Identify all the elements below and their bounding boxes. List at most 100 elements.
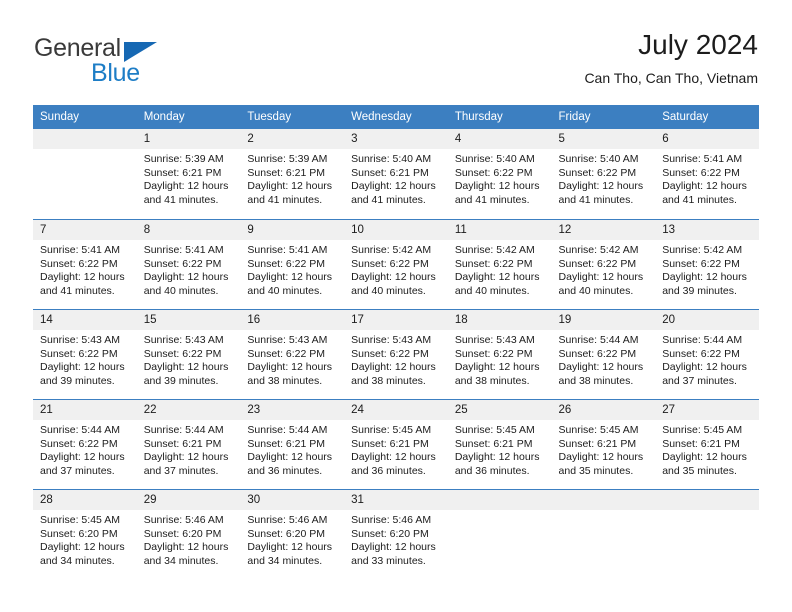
day-cell: 1 Sunrise: 5:39 AM Sunset: 6:21 PM Daylight… [136,129,241,219]
day-cell-inner[interactable]: 13 Sunrise: 5:42 AM Sunset: 6:22 PM Dayligh… [655,219,759,309]
calendar-week-row: 14 Sunrise: 5:43 AM Sunset: 6:22 PM Dayligh… [33,309,759,399]
day-cell: 6 Sunrise: 5:41 AM Sunset: 6:22 PM Daylight… [655,129,759,219]
day-number: 22 [136,400,241,420]
day-number: 15 [136,310,241,330]
day-cell-inner[interactable]: 25 Sunrise: 5:45 AM Sunset: 6:21 PM Dayligh… [447,399,552,489]
day-cell-inner[interactable]: 7 Sunrise: 5:41 AM Sunset: 6:22 PM Daylight… [33,219,137,309]
weekday-header-thursday: Thursday [447,105,552,129]
general-blue-logo[interactable]: General Blue [34,34,254,92]
sunrise-text: Sunrise: 5:44 AM [40,424,120,436]
day-number: 25 [447,400,552,420]
day-cell-inner[interactable] [655,489,759,579]
daylight-text-line2: and 39 minutes. [662,284,737,297]
day-cell-inner[interactable]: 15 Sunrise: 5:43 AM Sunset: 6:22 PM Dayligh… [136,309,241,399]
day-cell-inner[interactable]: 27 Sunrise: 5:45 AM Sunset: 6:21 PM Dayligh… [655,399,759,489]
daylight-text-line1: Daylight: 12 hours [558,271,644,284]
sunset-text: Sunset: 6:22 PM [662,257,740,270]
day-cell [33,129,137,219]
day-number: 28 [33,490,137,510]
day-details: Sunrise: 5:43 AM Sunset: 6:22 PM Daylight:… [33,330,137,388]
day-cell-inner[interactable]: 21 Sunrise: 5:44 AM Sunset: 6:22 PM Dayligh… [33,399,137,489]
day-number: 17 [344,310,448,330]
day-cell-inner[interactable]: 30 Sunrise: 5:46 AM Sunset: 6:20 PM Dayligh… [240,489,345,579]
day-cell-inner[interactable]: 14 Sunrise: 5:43 AM Sunset: 6:22 PM Dayligh… [33,309,137,399]
sunset-text: Sunset: 6:21 PM [351,437,429,450]
daylight-text-line1: Daylight: 12 hours [558,361,644,374]
day-cell-inner[interactable]: 23 Sunrise: 5:44 AM Sunset: 6:21 PM Dayligh… [240,399,345,489]
day-cell-inner[interactable]: 29 Sunrise: 5:46 AM Sunset: 6:20 PM Dayligh… [136,489,241,579]
day-number: 8 [136,220,241,240]
day-cell: 16 Sunrise: 5:43 AM Sunset: 6:22 PM Dayligh… [240,309,345,399]
day-cell-inner[interactable]: 26 Sunrise: 5:45 AM Sunset: 6:21 PM Dayligh… [551,399,656,489]
sunset-text: Sunset: 6:21 PM [143,166,222,179]
day-cell-inner[interactable]: 22 Sunrise: 5:44 AM Sunset: 6:21 PM Dayligh… [136,399,241,489]
day-cell-inner[interactable]: 17 Sunrise: 5:43 AM Sunset: 6:22 PM Dayligh… [344,309,448,399]
day-cell-inner[interactable]: 1 Sunrise: 5:39 AM Sunset: 6:21 PM Daylight… [136,129,241,219]
daylight-text-line1: Daylight: 12 hours [454,180,540,193]
sunrise-text: Sunrise: 5:45 AM [351,424,432,436]
day-cell-inner[interactable]: 16 Sunrise: 5:43 AM Sunset: 6:22 PM Dayligh… [240,309,345,399]
day-number: 31 [344,490,448,510]
daylight-text-line2: and 36 minutes. [454,464,530,477]
sunrise-text: Sunrise: 5:46 AM [247,514,328,526]
day-cell-inner[interactable]: 18 Sunrise: 5:43 AM Sunset: 6:22 PM Dayligh… [447,309,552,399]
day-cell-inner[interactable]: 12 Sunrise: 5:42 AM Sunset: 6:22 PM Dayligh… [551,219,656,309]
sunset-text: Sunset: 6:22 PM [558,257,637,270]
day-details: Sunrise: 5:46 AM Sunset: 6:20 PM Daylight:… [137,510,241,568]
day-cell-inner[interactable]: 5 Sunrise: 5:40 AM Sunset: 6:22 PM Daylight… [551,129,656,219]
day-cell: 10 Sunrise: 5:42 AM Sunset: 6:22 PM Dayligh… [344,219,448,309]
day-details: Sunrise: 5:46 AM Sunset: 6:20 PM Daylight:… [344,510,448,568]
day-cell-inner[interactable]: 31 Sunrise: 5:46 AM Sunset: 6:20 PM Dayligh… [344,489,448,579]
day-cell-inner[interactable]: 6 Sunrise: 5:41 AM Sunset: 6:22 PM Daylight… [655,129,759,219]
sunrise-text: Sunrise: 5:42 AM [454,244,535,256]
sunset-text: Sunset: 6:22 PM [454,166,533,179]
daylight-text-line1: Daylight: 12 hours [558,451,644,464]
day-details: Sunrise: 5:45 AM Sunset: 6:21 PM Daylight:… [344,420,448,478]
sunrise-text: Sunrise: 5:41 AM [247,244,328,256]
sunset-text: Sunset: 6:20 PM [351,527,429,540]
day-cell-inner[interactable]: 8 Sunrise: 5:41 AM Sunset: 6:22 PM Daylight… [136,219,241,309]
sunrise-text: Sunrise: 5:42 AM [351,244,432,256]
sunset-text: Sunset: 6:22 PM [558,166,637,179]
day-details: Sunrise: 5:41 AM Sunset: 6:22 PM Daylight:… [33,240,137,298]
daylight-text-line2: and 37 minutes. [143,464,219,477]
day-cell-inner[interactable]: 24 Sunrise: 5:45 AM Sunset: 6:21 PM Dayligh… [344,399,448,489]
daylight-text-line1: Daylight: 12 hours [662,271,747,284]
day-cell-inner[interactable]: 19 Sunrise: 5:44 AM Sunset: 6:22 PM Dayligh… [551,309,656,399]
daylight-text-line1: Daylight: 12 hours [662,361,747,374]
day-cell-inner[interactable]: 28 Sunrise: 5:45 AM Sunset: 6:20 PM Dayligh… [33,489,137,579]
day-details: Sunrise: 5:42 AM Sunset: 6:22 PM Daylight:… [448,240,552,298]
daylight-text-line1: Daylight: 12 hours [454,271,540,284]
day-details: Sunrise: 5:41 AM Sunset: 6:22 PM Daylight:… [240,240,344,298]
sunset-text: Sunset: 6:22 PM [454,257,533,270]
daylight-text-line2: and 34 minutes. [40,554,115,567]
day-cell: 15 Sunrise: 5:43 AM Sunset: 6:22 PM Dayligh… [136,309,241,399]
day-cell-inner[interactable]: 9 Sunrise: 5:41 AM Sunset: 6:22 PM Daylight… [240,219,345,309]
day-cell-inner[interactable]: 4 Sunrise: 5:40 AM Sunset: 6:22 PM Daylight… [447,129,552,219]
daylight-text-line1: Daylight: 12 hours [247,271,333,284]
day-cell-inner[interactable]: 2 Sunrise: 5:39 AM Sunset: 6:21 PM Daylight… [240,129,345,219]
daylight-text-line1: Daylight: 12 hours [351,451,436,464]
day-number: 4 [447,129,552,149]
day-details: Sunrise: 5:42 AM Sunset: 6:22 PM Daylight:… [655,240,759,298]
day-cell-inner[interactable]: 10 Sunrise: 5:42 AM Sunset: 6:22 PM Dayligh… [344,219,448,309]
calendar-week-row: 28 Sunrise: 5:45 AM Sunset: 6:20 PM Dayligh… [33,489,759,579]
sunset-text: Sunset: 6:22 PM [662,166,740,179]
day-cell-inner[interactable] [33,129,137,219]
day-cell: 23 Sunrise: 5:44 AM Sunset: 6:21 PM Dayligh… [240,399,345,489]
day-cell: 12 Sunrise: 5:42 AM Sunset: 6:22 PM Dayligh… [551,219,656,309]
sunrise-text: Sunrise: 5:45 AM [662,424,743,436]
day-cell-inner[interactable]: 20 Sunrise: 5:44 AM Sunset: 6:22 PM Dayligh… [655,309,759,399]
daylight-text-line2: and 39 minutes. [40,374,115,387]
day-cell-inner[interactable]: 11 Sunrise: 5:42 AM Sunset: 6:22 PM Dayligh… [447,219,552,309]
day-cell: 18 Sunrise: 5:43 AM Sunset: 6:22 PM Dayligh… [447,309,552,399]
weekday-header-monday: Monday [136,105,241,129]
day-cell-inner[interactable] [551,489,656,579]
day-cell-inner[interactable] [447,489,552,579]
day-cell [551,489,656,579]
sunset-text: Sunset: 6:22 PM [40,347,118,360]
day-cell-inner[interactable]: 3 Sunrise: 5:40 AM Sunset: 6:21 PM Daylight… [344,129,448,219]
day-number: 30 [240,490,345,510]
daylight-text-line1: Daylight: 12 hours [662,451,747,464]
day-details: Sunrise: 5:41 AM Sunset: 6:22 PM Daylight:… [137,240,241,298]
